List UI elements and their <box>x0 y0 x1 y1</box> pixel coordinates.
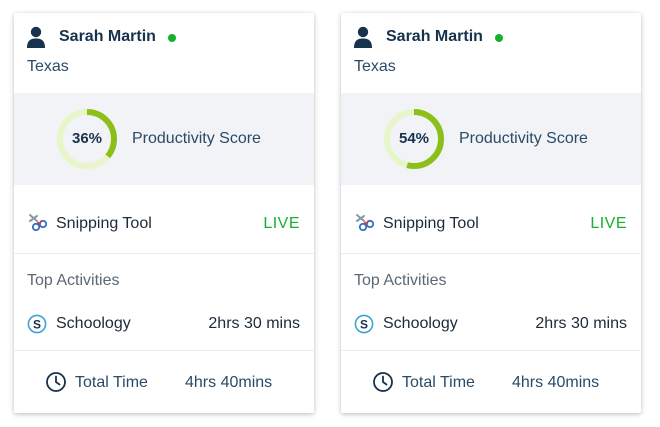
productivity-score-label: Productivity Score <box>132 130 261 147</box>
current-app-name: Snipping Tool <box>56 215 152 232</box>
current-app-row[interactable]: Snipping Tool LIVE <box>14 185 314 254</box>
user-location: Texas <box>354 58 396 75</box>
total-time-value: 4hrs 40mins <box>185 374 273 391</box>
user-name[interactable]: Sarah Martin <box>386 28 483 46</box>
snipping-tool-icon <box>356 214 375 232</box>
user-location: Texas <box>27 58 69 75</box>
top-activities-section: Top Activities S Schoology 2hrs 30 mins <box>341 254 641 351</box>
svg-text:S: S <box>33 318 41 332</box>
total-time-label: Total Time <box>75 374 148 391</box>
card-header: Sarah Martin Texas <box>341 13 641 93</box>
clock-icon <box>46 372 66 392</box>
top-activities-title: Top Activities <box>27 272 120 289</box>
productivity-score-label: Productivity Score <box>459 130 588 147</box>
top-activities-section: Top Activities S Schoology 2hrs 30 mins <box>14 254 314 351</box>
productivity-percent: 54% <box>398 130 430 147</box>
activity-name[interactable]: Schoology <box>383 315 458 333</box>
activity-time: 2hrs 30 mins <box>208 315 300 332</box>
user-card[interactable]: Sarah Martin Texas 36% Productivity Scor… <box>14 13 314 413</box>
activity-name[interactable]: Schoology <box>56 315 131 333</box>
productivity-section: 54% Productivity Score <box>341 93 641 185</box>
live-status-badge: LIVE <box>263 215 300 232</box>
current-app-name: Snipping Tool <box>383 215 479 232</box>
clock-icon <box>373 372 393 392</box>
live-status-badge: LIVE <box>590 215 627 232</box>
online-status-dot <box>495 34 503 42</box>
schoology-icon: S <box>27 314 47 334</box>
user-icon <box>27 26 45 48</box>
svg-text:S: S <box>360 318 368 332</box>
user-card[interactable]: Sarah Martin Texas 54% Productivity Scor… <box>341 13 641 413</box>
schoology-icon: S <box>354 314 374 334</box>
activity-time: 2hrs 30 mins <box>535 315 627 332</box>
card-header: Sarah Martin Texas <box>14 13 314 93</box>
total-time-value: 4hrs 40mins <box>512 374 600 391</box>
productivity-percent: 36% <box>71 130 103 147</box>
current-app-row[interactable]: Snipping Tool LIVE <box>341 185 641 254</box>
productivity-section: 36% Productivity Score <box>14 93 314 185</box>
total-time-section: Total Time 4hrs 40mins <box>341 351 641 413</box>
user-name[interactable]: Sarah Martin <box>59 28 156 46</box>
online-status-dot <box>168 34 176 42</box>
snipping-tool-icon <box>29 214 48 232</box>
total-time-label: Total Time <box>402 374 475 391</box>
total-time-section: Total Time 4hrs 40mins <box>14 351 314 413</box>
top-activities-title: Top Activities <box>354 272 447 289</box>
user-icon <box>354 26 372 48</box>
